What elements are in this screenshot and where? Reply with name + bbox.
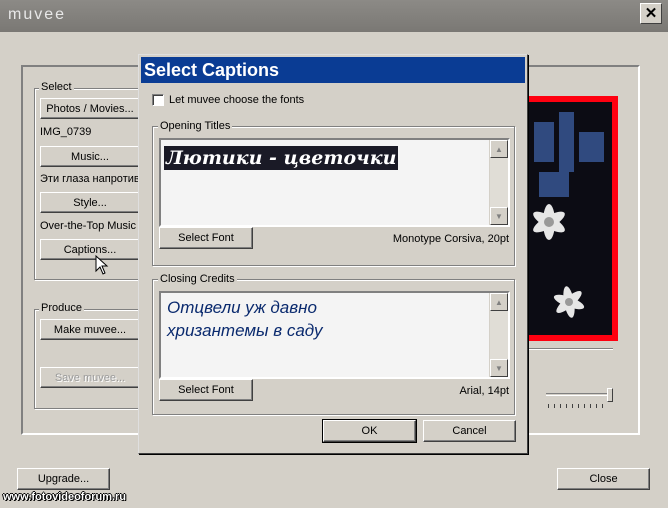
close-button[interactable]: Close	[557, 468, 650, 490]
watermark-text: www.fotovideoforum.ru	[3, 491, 127, 503]
opening-select-font-button[interactable]: Select Font	[159, 227, 253, 249]
slider-ticks	[548, 404, 608, 408]
closing-font-info: Arial, 14pt	[459, 385, 509, 397]
select-captions-dialog: Select Captions Let muvee choose the fon…	[138, 54, 528, 454]
closing-credits-line-2: хризантемы в саду	[167, 321, 323, 340]
scroll-down-arrow-icon[interactable]: ▼	[490, 207, 508, 225]
closing-credits-label: Closing Credits	[158, 273, 237, 285]
slider-thumb[interactable]	[607, 388, 613, 402]
closing-credits-line-1: Отцвели уж давно	[167, 298, 317, 317]
opening-titles-text: Лютики - цветочки	[164, 146, 399, 170]
opening-font-info: Monotype Corsiva, 20pt	[392, 233, 509, 245]
music-value: Эти глаза напротив	[40, 173, 138, 185]
music-button[interactable]: Music...	[40, 146, 140, 167]
captions-button[interactable]: Captions...	[40, 239, 140, 260]
closing-credits-scrollbar[interactable]: ▲ ▼	[489, 293, 508, 377]
scroll-down-arrow-icon[interactable]: ▼	[490, 359, 508, 377]
let-muvee-choose-fonts-label: Let muvee choose the fonts	[169, 94, 305, 106]
closing-credits-text: Отцвели уж давно хризантемы в саду	[167, 296, 323, 342]
produce-group-label: Produce	[39, 302, 84, 314]
preview-divider	[529, 348, 613, 350]
let-muvee-choose-fonts-checkbox[interactable]	[152, 94, 164, 106]
photos-value: IMG_0739	[40, 126, 92, 138]
window-close-button[interactable]: ✕	[640, 3, 662, 24]
style-value: Over-the-Top Music	[40, 220, 136, 232]
opening-titles-scrollbar[interactable]: ▲ ▼	[489, 140, 508, 225]
make-muvee-button[interactable]: Make muvee...	[40, 319, 140, 340]
photos-movies-button[interactable]: Photos / Movies...	[40, 98, 140, 119]
slider-track[interactable]	[546, 393, 610, 396]
mouse-pointer-icon	[95, 255, 109, 275]
preview-image	[529, 96, 618, 341]
closing-credits-textarea[interactable]: Отцвели уж давно хризантемы в саду ▲ ▼	[159, 291, 510, 379]
style-button[interactable]: Style...	[40, 192, 140, 213]
upgrade-button[interactable]: Upgrade...	[17, 468, 110, 490]
select-group-label: Select	[39, 81, 74, 93]
title-bar	[0, 0, 668, 32]
flower-image	[529, 102, 612, 335]
dialog-title: Select Captions	[141, 57, 525, 83]
opening-titles-textarea[interactable]: Лютики - цветочки ▲ ▼	[159, 138, 510, 227]
ok-button[interactable]: OK	[322, 419, 417, 443]
save-muvee-button[interactable]: Save muvee...	[40, 367, 140, 388]
app-title: muvee	[8, 6, 67, 23]
cancel-button[interactable]: Cancel	[423, 420, 516, 442]
closing-select-font-button[interactable]: Select Font	[159, 379, 253, 401]
scroll-up-arrow-icon[interactable]: ▲	[490, 140, 508, 158]
scroll-up-arrow-icon[interactable]: ▲	[490, 293, 508, 311]
opening-titles-label: Opening Titles	[158, 120, 233, 132]
